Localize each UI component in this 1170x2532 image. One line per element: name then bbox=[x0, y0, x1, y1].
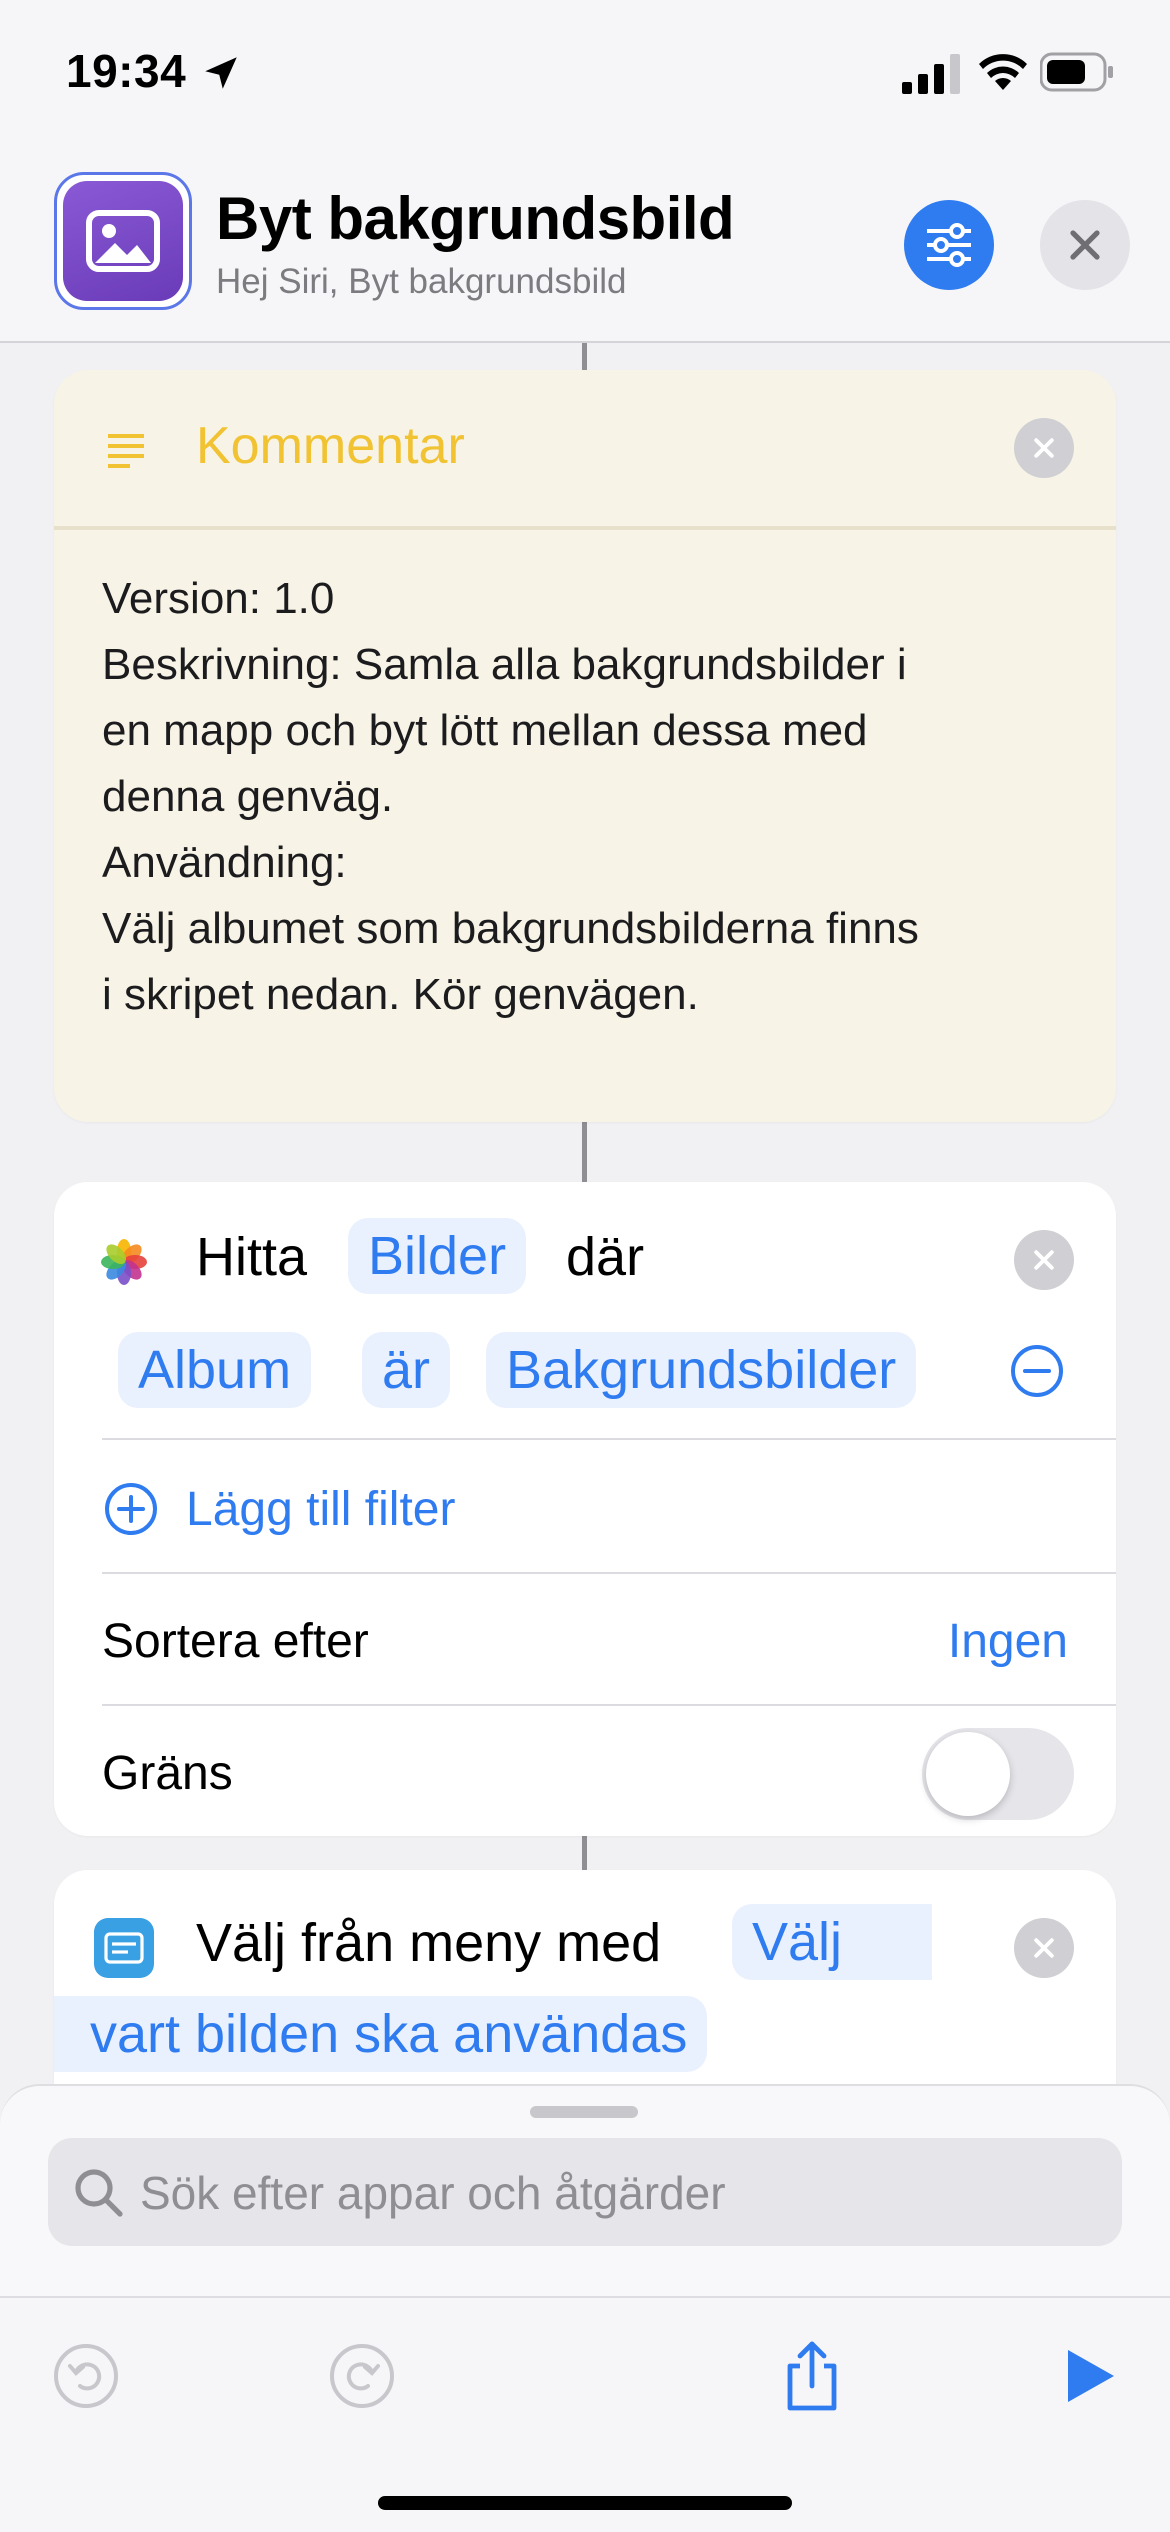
plus-circle-icon bbox=[105, 1483, 157, 1535]
share-button[interactable] bbox=[772, 2336, 852, 2416]
menu-list-icon bbox=[94, 1918, 154, 1978]
comment-line: Beskrivning: Samla alla bakgrundsbilder … bbox=[102, 640, 907, 689]
share-icon bbox=[787, 2341, 837, 2411]
home-indicator bbox=[378, 2496, 792, 2510]
sort-label: Sortera efter bbox=[102, 1615, 369, 1668]
close-icon bbox=[1034, 1938, 1054, 1958]
close-icon bbox=[1034, 438, 1054, 458]
run-button[interactable] bbox=[1050, 2336, 1130, 2416]
comment-line: i skripet nedan. Kör genvägen. bbox=[102, 970, 699, 1019]
action-connector bbox=[582, 1836, 587, 1870]
shortcut-title[interactable]: Byt bakgrundsbild bbox=[216, 184, 735, 253]
undo-icon bbox=[54, 2344, 118, 2408]
menu-action-label: Välj från meny med bbox=[196, 1913, 662, 1973]
find-photos-action[interactable]: Hitta Bilder där Album är Bakgrundsbilde… bbox=[54, 1182, 1116, 1836]
action-connector bbox=[582, 1122, 587, 1182]
comment-header: Kommentar bbox=[54, 370, 1116, 530]
text-lines-icon bbox=[108, 434, 144, 468]
minus-circle-icon[interactable] bbox=[1010, 1344, 1064, 1398]
close-icon bbox=[1070, 230, 1100, 260]
shortcut-header: Byt bakgrundsbild Hej Siri, Byt bakgrund… bbox=[0, 150, 1170, 343]
filter-operator-chip[interactable]: är bbox=[362, 1332, 451, 1408]
comment-line: Användning: bbox=[102, 838, 347, 887]
status-bar: 19:34 bbox=[0, 0, 1170, 150]
search-field[interactable]: Sök efter appar och åtgärder bbox=[48, 2138, 1122, 2246]
battery-icon bbox=[1040, 52, 1113, 92]
bottom-toolbar bbox=[0, 2296, 1170, 2532]
action-connector bbox=[582, 343, 587, 370]
location-arrow-icon bbox=[205, 57, 237, 89]
divider bbox=[102, 1438, 1116, 1440]
toggle-knob bbox=[926, 1732, 1010, 1816]
limit-label: Gräns bbox=[102, 1747, 233, 1800]
undo-button[interactable] bbox=[46, 2336, 126, 2416]
content-type-chip[interactable]: Bilder bbox=[348, 1218, 527, 1294]
comment-line: Välj albumet som bakgrundsbilderna finns bbox=[102, 904, 919, 953]
comment-text[interactable]: Version: 1.0 Beskrivning: Samla alla bak… bbox=[54, 530, 1116, 1064]
remove-find-button[interactable] bbox=[1014, 1230, 1074, 1290]
settings-button[interactable] bbox=[904, 200, 994, 290]
sheet-grabber[interactable] bbox=[530, 2106, 638, 2118]
photos-app-icon bbox=[94, 1232, 154, 1292]
close-button[interactable] bbox=[1040, 200, 1130, 290]
divider bbox=[102, 1572, 1116, 1574]
play-icon bbox=[1068, 2350, 1114, 2402]
remove-menu-button[interactable] bbox=[1014, 1918, 1074, 1978]
search-placeholder: Sök efter appar och åtgärder bbox=[140, 2167, 726, 2219]
remove-comment-button[interactable] bbox=[1014, 418, 1074, 478]
photo-icon bbox=[63, 181, 183, 301]
add-filter-button[interactable]: Lägg till filter bbox=[186, 1482, 455, 1537]
signal-icon bbox=[902, 54, 960, 94]
menu-prompt-chip-continued[interactable]: vart bilden ska användas bbox=[54, 1996, 708, 2072]
menu-prompt-chip[interactable]: Välj bbox=[732, 1904, 933, 1980]
sliders-icon bbox=[927, 223, 971, 267]
comment-action[interactable]: Kommentar Version: 1.0 Beskrivning: Saml… bbox=[54, 370, 1116, 1122]
comment-line: en mapp och byt lött mellan dessa med bbox=[102, 706, 868, 755]
sort-value-button[interactable]: Ingen bbox=[948, 1614, 1068, 1669]
comment-line: Version: 1.0 bbox=[102, 574, 335, 623]
siri-phrase: Hej Siri, Byt bakgrundsbild bbox=[216, 262, 627, 301]
redo-button[interactable] bbox=[322, 2336, 402, 2416]
find-verb: Hitta bbox=[196, 1227, 308, 1287]
where-label: där bbox=[566, 1227, 645, 1287]
filter-field-chip[interactable]: Album bbox=[118, 1332, 312, 1408]
close-icon bbox=[1034, 1250, 1054, 1270]
status-time: 19:34 bbox=[66, 45, 187, 97]
limit-toggle[interactable] bbox=[922, 1728, 1074, 1820]
wifi-icon bbox=[979, 54, 1027, 90]
shortcut-icon-button[interactable] bbox=[54, 172, 192, 310]
search-icon bbox=[75, 2169, 123, 2217]
filter-value-chip[interactable]: Bakgrundsbilder bbox=[486, 1332, 917, 1408]
comment-line: denna genväg. bbox=[102, 772, 394, 821]
comment-title: Kommentar bbox=[196, 417, 465, 475]
redo-icon bbox=[330, 2344, 394, 2408]
divider bbox=[102, 1704, 1116, 1706]
